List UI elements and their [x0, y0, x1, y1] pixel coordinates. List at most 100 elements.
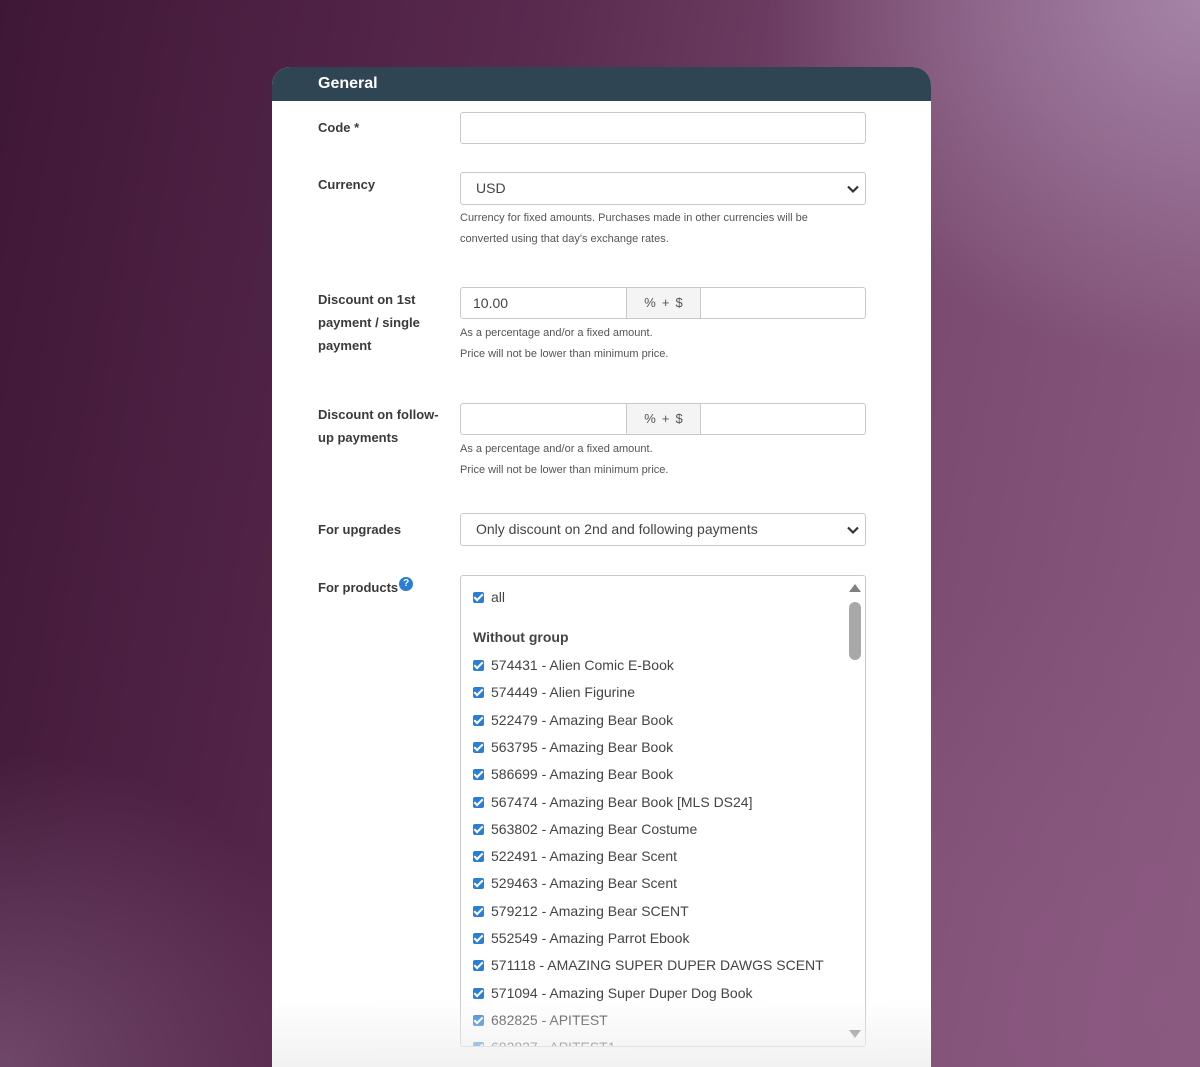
- discount-followup-help-line: As a percentage and/or a fixed amount.: [460, 443, 653, 455]
- percent-sign: %: [644, 295, 656, 310]
- checkbox-checked-icon[interactable]: [473, 796, 484, 808]
- code-input[interactable]: [460, 112, 866, 144]
- discount-followup-percent-input[interactable]: [461, 404, 627, 434]
- dollar-sign: $: [675, 411, 683, 426]
- checkbox-checked-icon[interactable]: [473, 823, 484, 835]
- discount-first-help-line: As a percentage and/or a fixed amount.: [460, 327, 653, 339]
- product-option[interactable]: 552549 - Amazing Parrot Ebook: [473, 928, 689, 948]
- checkbox-checked-icon[interactable]: [473, 1014, 484, 1026]
- product-option[interactable]: 682825 - APITEST: [473, 1010, 608, 1030]
- product-option[interactable]: 574449 - Alien Figurine: [473, 682, 635, 702]
- discount-followup-help: As a percentage and/or a fixed amount. P…: [460, 439, 880, 480]
- currency-value: USD: [476, 180, 506, 196]
- product-option[interactable]: 682827 - APITEST1: [473, 1037, 616, 1046]
- discount-followup-help-line: Price will not be lower than minimum pri…: [460, 463, 669, 476]
- product-option-label: 579212 - Amazing Bear SCENT: [491, 902, 689, 919]
- discount-first-addon: % + $: [627, 288, 701, 318]
- scrollbar[interactable]: [843, 576, 865, 1046]
- checkbox-checked-icon[interactable]: [473, 987, 484, 999]
- panel-title: General: [272, 67, 931, 101]
- checkbox-checked-icon[interactable]: [473, 960, 484, 972]
- product-option[interactable]: 522491 - Amazing Bear Scent: [473, 846, 677, 866]
- all-label: all: [491, 589, 506, 605]
- scrollbar-thumb[interactable]: [849, 602, 861, 660]
- code-label: Code *: [318, 120, 360, 135]
- product-option-label: 552549 - Amazing Parrot Ebook: [491, 930, 690, 946]
- product-option-label: 522479 - Amazing Bear Book: [491, 711, 674, 728]
- product-option[interactable]: 567474 - Amazing Bear Book [MLS DS24]: [473, 792, 752, 812]
- discount-followup-label-line: Discount on follow-: [318, 407, 439, 422]
- products-label: For products: [318, 580, 399, 595]
- product-option-label: 563795 - Amazing Bear Book: [491, 738, 674, 755]
- dollar-sign: $: [675, 295, 683, 310]
- chevron-down-icon: [847, 526, 859, 535]
- checkbox-checked-icon[interactable]: [473, 905, 484, 917]
- checkbox-checked-icon[interactable]: [473, 851, 484, 863]
- upgrades-select[interactable]: Only discount on 2nd and following payme…: [460, 513, 866, 546]
- currency-help-line: Currency for fixed amounts. Purchases ma…: [460, 212, 808, 224]
- products-listbox[interactable]: all Without group 574431 - Alien Comic E…: [460, 575, 866, 1047]
- product-option[interactable]: 563795 - Amazing Bear Book: [473, 737, 673, 757]
- chevron-down-icon: [847, 185, 859, 194]
- product-option-label: 586699 - Amazing Bear Book: [491, 766, 674, 783]
- checkbox-checked-icon[interactable]: [473, 714, 484, 726]
- product-option[interactable]: 574431 - Alien Comic E-Book: [473, 655, 674, 675]
- product-option-label: 574449 - Alien Figurine: [491, 684, 635, 701]
- percent-sign: %: [644, 411, 656, 426]
- discount-first-help: As a percentage and/or a fixed amount. P…: [460, 323, 880, 364]
- product-option[interactable]: 586699 - Amazing Bear Book: [473, 764, 673, 784]
- product-option-label: 567474 - Amazing Bear Book [MLS DS24]: [491, 793, 753, 810]
- discount-first-group: 10.00 % + $: [460, 287, 866, 319]
- general-panel: General Code * Currency USD Currency for…: [272, 67, 931, 1067]
- discount-followup-fixed-input[interactable]: [701, 404, 865, 434]
- discount-first-fixed-input[interactable]: [701, 288, 865, 318]
- product-option[interactable]: 571118 - AMAZING SUPER DUPER DAWGS SCENT: [473, 955, 824, 975]
- question-icon[interactable]: ?: [399, 577, 414, 591]
- product-option[interactable]: 579212 - Amazing Bear SCENT: [473, 901, 689, 921]
- discount-first-label-line: payment / single: [318, 315, 420, 330]
- currency-help: Currency for fixed amounts. Purchases ma…: [460, 208, 880, 249]
- product-option-label: 571118 - AMAZING SUPER DUPER DAWGS SCENT: [491, 957, 824, 974]
- product-option-label: 574431 - Alien Comic E-Book: [491, 657, 674, 673]
- products-list: all Without group 574431 - Alien Comic E…: [461, 576, 843, 1046]
- currency-label: Currency: [318, 177, 376, 192]
- discount-followup-label-line: up payments: [318, 430, 399, 445]
- product-option-label: 563802 - Amazing Bear Costume: [491, 820, 698, 837]
- discount-first-label-line: payment: [318, 338, 372, 353]
- currency-select[interactable]: USD: [460, 172, 866, 205]
- discount-first-label-line: Discount on 1st: [318, 292, 416, 307]
- discount-first-help-line: Price will not be lower than minimum pri…: [460, 347, 669, 360]
- product-option-label: 682825 - APITEST: [491, 1011, 608, 1028]
- discount-followup-group: % + $: [460, 403, 866, 435]
- scroll-up-icon[interactable]: [849, 584, 861, 592]
- discount-followup-label: Discount on follow- up payments: [318, 403, 448, 449]
- group-title: Without group: [473, 629, 569, 645]
- product-option[interactable]: 529463 - Amazing Bear Scent: [473, 873, 677, 893]
- checkbox-checked-icon[interactable]: [473, 1042, 484, 1046]
- product-option[interactable]: 563802 - Amazing Bear Costume: [473, 819, 697, 839]
- checkbox-checked-icon[interactable]: [473, 769, 484, 781]
- product-option-label: 571094 - Amazing Super Duper Dog Book: [491, 984, 753, 1001]
- discount-first-label: Discount on 1st payment / single payment: [318, 288, 448, 357]
- product-option-label: 529463 - Amazing Bear Scent: [491, 875, 678, 892]
- checkbox-checked-icon[interactable]: [473, 933, 484, 944]
- checkbox-checked-icon[interactable]: [473, 878, 484, 890]
- checkbox-checked-icon[interactable]: [473, 592, 484, 603]
- scroll-down-icon[interactable]: [849, 1030, 861, 1038]
- product-option[interactable]: 522479 - Amazing Bear Book: [473, 710, 673, 730]
- plus-sign: +: [661, 295, 670, 310]
- discount-followup-addon: % + $: [627, 404, 701, 434]
- product-option[interactable]: 571094 - Amazing Super Duper Dog Book: [473, 983, 753, 1003]
- checkbox-checked-icon[interactable]: [473, 741, 484, 753]
- product-option-label: 682827 - APITEST1: [491, 1039, 616, 1046]
- currency-help-line: converted using that day's exchange rate…: [460, 232, 669, 245]
- product-all-option[interactable]: all: [473, 587, 505, 607]
- product-option-label: 522491 - Amazing Bear Scent: [491, 848, 678, 865]
- plus-sign: +: [661, 411, 670, 426]
- products-label-wrap: For products?: [318, 576, 468, 599]
- checkbox-checked-icon[interactable]: [473, 687, 484, 699]
- discount-first-percent-input[interactable]: 10.00: [461, 288, 627, 318]
- checkbox-checked-icon[interactable]: [473, 660, 484, 671]
- upgrades-value: Only discount on 2nd and following payme…: [476, 521, 758, 537]
- upgrades-label: For upgrades: [318, 522, 402, 537]
